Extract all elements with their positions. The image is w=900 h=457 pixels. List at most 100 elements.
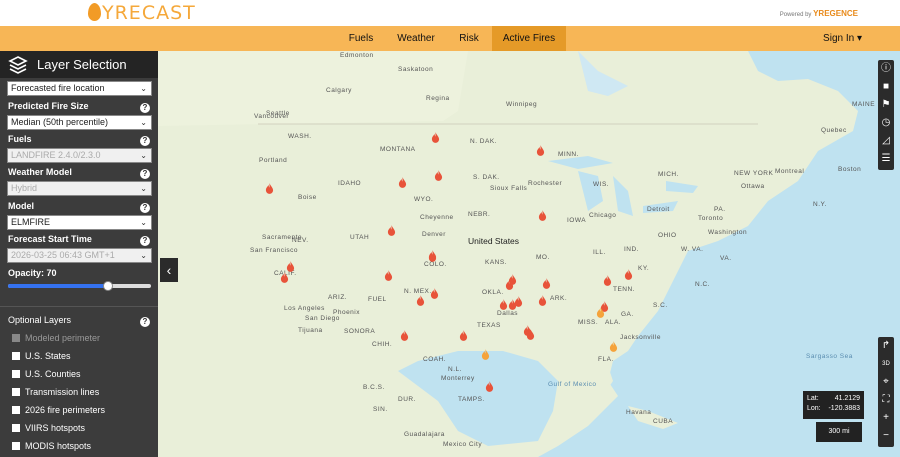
fire-marker-icon[interactable] — [280, 272, 289, 283]
ruler-icon[interactable]: ◿ — [880, 135, 892, 147]
layer-transmission-lines[interactable]: Transmission lines — [12, 387, 99, 397]
help-icon[interactable]: ? — [140, 203, 150, 213]
fire-marker-icon[interactable] — [384, 270, 393, 281]
optional-layers-label: Optional Layers — [8, 315, 72, 325]
fire-marker-icon[interactable] — [542, 278, 551, 289]
map-label: Ottawa — [741, 183, 765, 190]
help-icon[interactable]: ? — [140, 317, 150, 327]
forecast-select[interactable]: Forecasted fire location ⌄ — [7, 81, 152, 96]
fire-marker-icon[interactable] — [596, 307, 605, 318]
fire-marker-icon[interactable] — [459, 330, 468, 341]
slider-knob[interactable] — [103, 281, 113, 291]
map-label: FUEL — [368, 296, 387, 303]
map-label: Montreal — [775, 168, 805, 175]
help-icon[interactable]: ? — [140, 236, 150, 246]
map-label: FLA. — [598, 356, 614, 363]
fire-marker-icon[interactable] — [609, 341, 618, 352]
help-icon[interactable]: ? — [140, 136, 150, 146]
checkbox[interactable] — [12, 388, 20, 396]
map-label: Mexico City — [443, 441, 483, 448]
list-icon[interactable]: ☰ — [880, 153, 892, 165]
fire-marker-icon[interactable] — [538, 295, 547, 306]
zoom-out-icon[interactable]: − — [880, 430, 892, 442]
model-select[interactable]: ELMFIRE ⌄ — [7, 215, 152, 230]
fire-marker-icon[interactable] — [538, 210, 547, 221]
map-label: ARIZ. — [328, 294, 348, 301]
checkbox[interactable] — [12, 352, 20, 360]
clock-icon[interactable]: ◷ — [880, 117, 892, 129]
fire-marker-icon[interactable] — [387, 225, 396, 236]
map-label: MICH. — [658, 171, 679, 178]
video-icon[interactable]: ■ — [880, 81, 892, 93]
map-label: Saskatoon — [398, 66, 434, 73]
layer-fire-perimeters[interactable]: 2026 fire perimeters — [12, 405, 105, 415]
fire-marker-icon[interactable] — [624, 269, 633, 280]
fire-marker-icon[interactable] — [398, 177, 407, 188]
tab-fuels[interactable]: Fuels — [338, 26, 384, 51]
fire-marker-icon[interactable] — [416, 295, 425, 306]
fire-marker-icon[interactable] — [286, 261, 295, 272]
fire-marker-icon[interactable] — [485, 381, 494, 392]
layer-modis-hotspots[interactable]: MODIS hotspots — [12, 441, 91, 451]
fire-marker-icon[interactable] — [430, 288, 439, 299]
fire-marker-icon[interactable] — [428, 250, 437, 261]
checkbox[interactable] — [12, 442, 20, 450]
share-icon[interactable]: ↱ — [880, 340, 892, 352]
map-label: SIN. — [373, 406, 388, 413]
pyrecast-logo[interactable]: YRECAST — [88, 2, 196, 24]
3d-icon[interactable]: 3D — [880, 358, 892, 370]
map[interactable]: Edmonton Calgary Saskatoon Regina Winnip… — [158, 51, 900, 457]
weather-model-select[interactable]: Hybrid ⌄ — [7, 181, 152, 196]
powered-by: Powered by YREGENCE — [779, 9, 858, 18]
fire-marker-icon[interactable] — [400, 330, 409, 341]
chevron-down-icon: ⌄ — [140, 218, 147, 227]
fuels-select[interactable]: LANDFIRE 2.4.0/2.3.0 ⌄ — [7, 148, 152, 163]
layer-modeled-perimeter[interactable]: Modeled perimeter — [12, 333, 100, 343]
map-label: IND. — [624, 246, 639, 253]
tab-risk[interactable]: Risk — [450, 26, 488, 51]
map-label: PA. — [714, 206, 726, 213]
map-label: IOWA — [567, 217, 587, 224]
tab-active-fires[interactable]: Active Fires — [492, 26, 566, 51]
map-label: S. DAK. — [473, 174, 500, 181]
map-label: WYO. — [414, 196, 434, 203]
map-label: UTAH — [350, 234, 370, 241]
fire-marker-icon[interactable] — [265, 183, 274, 194]
zoom-in-icon[interactable]: + — [880, 412, 892, 424]
start-time-select[interactable]: 2026-03-25 06:43 GMT+1 ⌄ — [7, 248, 152, 263]
checkbox[interactable] — [12, 334, 20, 342]
sign-in-button[interactable]: Sign In ▾ — [823, 26, 862, 51]
opacity-slider[interactable] — [8, 281, 151, 291]
fire-marker-icon[interactable] — [508, 274, 517, 285]
checkbox[interactable] — [12, 406, 20, 414]
checkbox[interactable] — [12, 424, 20, 432]
fullscreen-icon[interactable]: ⛶ — [880, 394, 892, 406]
checkbox[interactable] — [12, 370, 20, 378]
help-icon[interactable]: ? — [140, 103, 150, 113]
layer-us-counties[interactable]: U.S. Counties — [12, 369, 81, 379]
fire-marker-icon[interactable] — [603, 275, 612, 286]
flag-icon[interactable]: ⚑ — [880, 99, 892, 111]
opacity-label: Opacity: 70 — [8, 268, 57, 278]
info-icon[interactable]: ⓘ — [880, 63, 892, 75]
map-label: S.C. — [653, 302, 668, 309]
fire-size-select[interactable]: Median (50th percentile) ⌄ — [7, 115, 152, 130]
locate-icon[interactable]: ⌖ — [880, 376, 892, 388]
sidebar-header: Layer Selection — [0, 51, 158, 78]
map-label: Winnipeg — [506, 101, 538, 108]
collapse-sidebar-button[interactable]: ‹ — [160, 258, 178, 282]
tab-weather[interactable]: Weather — [390, 26, 442, 51]
layer-viirs-hotspots[interactable]: VIIRS hotspots — [12, 423, 85, 433]
help-icon[interactable]: ? — [140, 169, 150, 179]
map-label: N.Y. — [813, 201, 827, 208]
fire-marker-icon[interactable] — [434, 170, 443, 181]
fire-marker-icon[interactable] — [481, 349, 490, 360]
fire-marker-icon[interactable] — [523, 325, 532, 336]
fire-marker-icon[interactable] — [499, 299, 508, 310]
layer-us-states[interactable]: U.S. States — [12, 351, 71, 361]
fire-marker-icon[interactable] — [508, 299, 517, 310]
fire-marker-icon[interactable] — [431, 132, 440, 143]
layers-icon — [8, 56, 28, 74]
fire-marker-icon[interactable] — [536, 145, 545, 156]
map-label: MAINE — [852, 101, 876, 108]
